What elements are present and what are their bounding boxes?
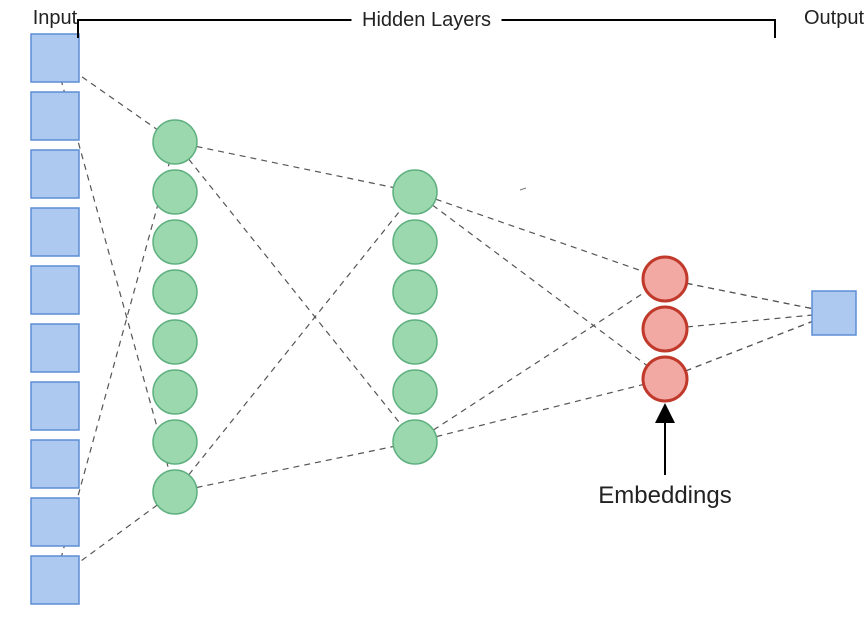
input-node [31, 150, 79, 198]
hidden2-node [393, 320, 437, 364]
edge-embed-output [665, 279, 834, 313]
hidden1-node [153, 170, 197, 214]
hidden1-node [153, 420, 197, 464]
edge-h2-embed [415, 279, 665, 442]
hidden1-node [153, 320, 197, 364]
input-node [31, 556, 79, 604]
hidden1-node [153, 470, 197, 514]
hidden1-node [153, 370, 197, 414]
input-node [31, 382, 79, 430]
embedding-node [643, 357, 687, 401]
edge-h1-h2 [175, 192, 415, 492]
input-label: Input [33, 7, 78, 29]
input-node [31, 92, 79, 140]
input-node [31, 208, 79, 256]
input-node [31, 324, 79, 372]
input-node [31, 498, 79, 546]
embeddings-label: Embeddings [598, 482, 731, 509]
input-node [31, 440, 79, 488]
input-node [31, 266, 79, 314]
input-node [31, 34, 79, 82]
hidden-bracket-left [78, 20, 352, 38]
hidden-layers-label: Hidden Layers [362, 9, 491, 31]
edge-embed-output-mid [665, 313, 834, 329]
edge-embed-output [665, 313, 834, 379]
edge-h1-h2 [175, 142, 415, 442]
hidden2-node [393, 420, 437, 464]
hidden2-node [393, 270, 437, 314]
edge-h1-h2 [175, 142, 415, 192]
hidden2-node [393, 170, 437, 214]
edge-h1-h2 [175, 442, 415, 492]
output-label: Output [804, 7, 864, 29]
hidden1-node [153, 120, 197, 164]
edge-h2-embed [415, 192, 665, 279]
edge-h2-embed [415, 192, 665, 379]
decorative-tick [520, 188, 526, 190]
embedding-node [643, 257, 687, 301]
hidden1-node [153, 270, 197, 314]
edge-h2-embed [415, 379, 665, 442]
embedding-node [643, 307, 687, 351]
hidden2-node [393, 370, 437, 414]
hidden1-node [153, 220, 197, 264]
output-node [812, 291, 856, 335]
hidden-bracket-right [502, 20, 776, 38]
hidden2-node [393, 220, 437, 264]
